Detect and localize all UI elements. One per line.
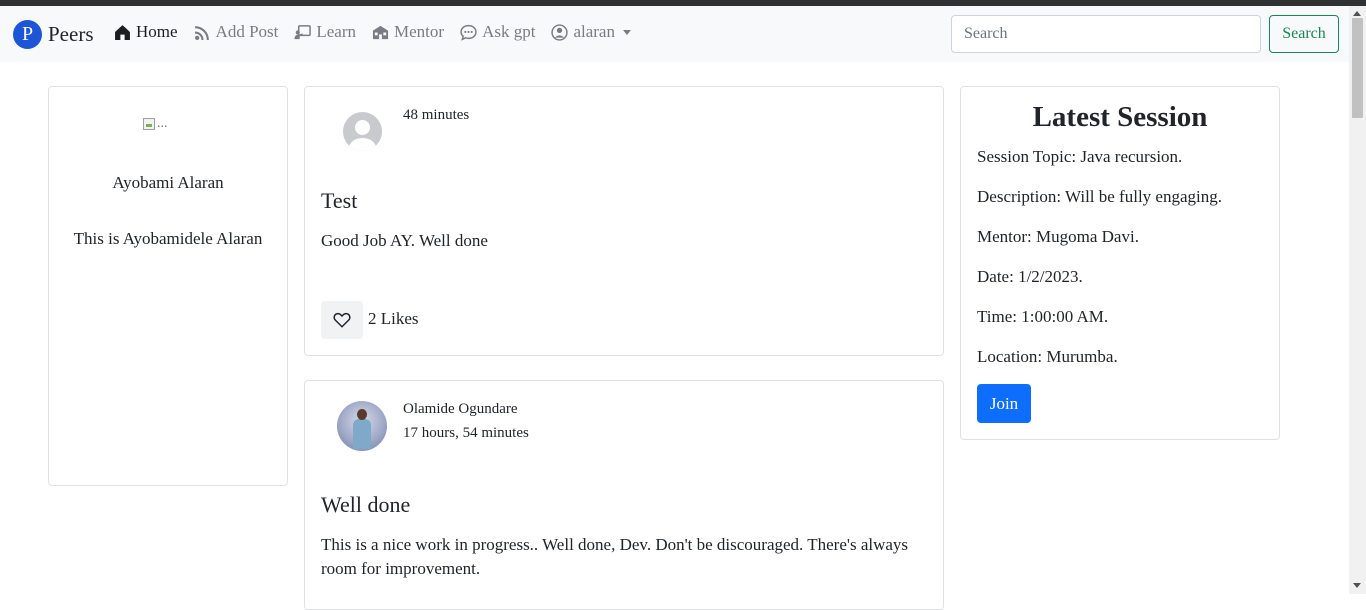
chalkboard-icon <box>294 24 312 39</box>
scroll-up-arrow-icon[interactable] <box>1353 11 1361 16</box>
scroll-down-arrow-icon[interactable] <box>1353 583 1361 588</box>
nav-item-learn[interactable]: Learn <box>294 22 356 42</box>
post-card: Olamide Ogundare 17 hours, 54 minutes We… <box>304 380 944 610</box>
search-input[interactable] <box>951 15 1261 53</box>
broken-image-icon <box>143 118 155 130</box>
nav-item-label: Ask gpt <box>482 22 536 41</box>
nav-item-home[interactable]: Home <box>114 22 178 42</box>
building-icon <box>372 25 389 39</box>
chat-bubble-icon <box>460 24 477 41</box>
nav-item-label: Add Post <box>215 22 279 41</box>
post-card: 48 minutes Test Good Job AY. Well done 2… <box>304 86 944 356</box>
navbar: P Peers Home Add Post Learn Mentor Ask g… <box>0 6 1349 62</box>
post-title: Test <box>321 188 358 213</box>
profile-image-alt: ... <box>157 116 168 131</box>
profile-bio: This is Ayobamidele Alaran <box>73 229 263 248</box>
profile-card: ... Ayobami Alaran This is Ayobamidele A… <box>48 86 288 486</box>
scrollbar-thumb[interactable] <box>1352 18 1363 118</box>
join-button[interactable]: Join <box>977 384 1031 423</box>
nav-item-add-post[interactable]: Add Post <box>194 22 279 42</box>
chevron-down-icon <box>622 29 631 35</box>
user-menu-label: alaran <box>573 22 615 41</box>
brand[interactable]: P Peers <box>13 19 94 49</box>
nav-item-label: Home <box>136 22 178 41</box>
search-button[interactable]: Search <box>1269 15 1339 53</box>
post-time: 48 minutes <box>403 107 470 123</box>
post-author[interactable]: Olamide Ogundare <box>403 401 518 418</box>
session-description: Description: Will be fully engaging. <box>977 187 1222 206</box>
profile-image: ... <box>143 116 168 132</box>
session-topic: Session Topic: Java recursion. <box>977 147 1183 166</box>
brand-name: Peers <box>48 21 94 46</box>
profile-name: Ayobami Alaran <box>112 173 224 192</box>
post-body: This is a nice work in progress.. Well d… <box>321 535 909 578</box>
user-menu-dropdown[interactable]: alaran <box>551 22 631 42</box>
session-heading: Latest Session <box>1032 101 1208 133</box>
session-mentor: Mentor: Mugoma Davi. <box>977 227 1139 246</box>
avatar <box>337 401 387 451</box>
likes-count: 2 Likes <box>368 309 419 328</box>
heart-icon <box>333 312 351 328</box>
session-location: Location: Murumba. <box>977 347 1118 366</box>
session-time: Time: 1:00:00 AM. <box>977 307 1109 326</box>
latest-session-card: Latest Session Session Topic: Java recur… <box>960 86 1280 440</box>
nav-item-mentor[interactable]: Mentor <box>372 22 444 42</box>
avatar <box>343 112 382 151</box>
nav-links: Home Add Post Learn Mentor Ask gpt alara… <box>114 22 647 42</box>
user-circle-icon <box>551 23 569 41</box>
post-time: 17 hours, 54 minutes <box>403 425 529 441</box>
brand-logo: P <box>13 19 42 49</box>
rss-icon <box>194 25 209 40</box>
nav-item-label: Learn <box>316 22 357 41</box>
nav-item-ask-gpt[interactable]: Ask gpt <box>460 22 535 42</box>
nav-item-label: Mentor <box>394 22 445 41</box>
post-title: Well done <box>321 492 411 517</box>
post-body: Good Job AY. Well done <box>321 231 488 250</box>
page-scrollbar[interactable] <box>1349 6 1366 594</box>
session-date: Date: 1/2/2023. <box>977 267 1083 286</box>
like-button[interactable] <box>321 301 363 339</box>
house-icon <box>115 24 130 40</box>
